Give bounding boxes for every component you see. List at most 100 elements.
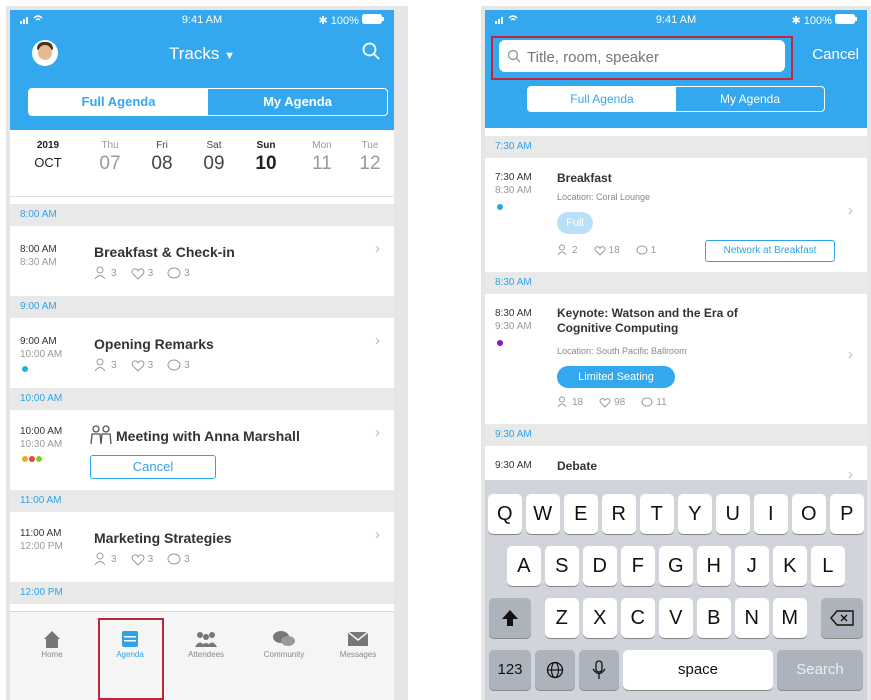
key-l[interactable]: L <box>811 546 845 586</box>
tracks-title: Tracks <box>169 44 220 63</box>
attendees-count: 3 <box>111 267 117 279</box>
comment-icon <box>167 359 181 370</box>
attendees-count: 2 <box>572 244 578 256</box>
key-w[interactable]: W <box>526 494 560 534</box>
day-sat[interactable]: Sat 09 <box>194 140 234 175</box>
session-start: 9:30 AM <box>495 460 532 471</box>
session-start: 8:30 AM <box>495 308 532 319</box>
key-b[interactable]: B <box>697 598 731 638</box>
day-thu[interactable]: Thu 07 <box>90 140 130 175</box>
day-sun[interactable]: Sun 10 <box>246 140 286 175</box>
session-end: 12:00 PM <box>20 541 63 552</box>
keyboard: QWERTYUIOP ASDFGHJKL ZXCVBNM 123 space S… <box>485 480 867 700</box>
agenda-segmented-control: Full Agenda My Agenda <box>28 88 388 116</box>
day-name: Tue <box>361 140 379 151</box>
tab-community[interactable]: Community <box>254 628 314 659</box>
day-number: 07 <box>99 153 121 174</box>
search-icon[interactable] <box>362 42 380 65</box>
numbers-key[interactable]: 123 <box>489 650 531 690</box>
key-g[interactable]: G <box>659 546 693 586</box>
key-p[interactable]: P <box>830 494 864 534</box>
cancel-search-button[interactable]: Cancel <box>812 46 859 63</box>
section-header-8am: 8:00 AM <box>10 204 394 226</box>
attendees-count: 3 <box>111 359 117 371</box>
key-j[interactable]: J <box>735 546 769 586</box>
key-a[interactable]: A <box>507 546 541 586</box>
key-n[interactable]: N <box>735 598 769 638</box>
key-q[interactable]: Q <box>488 494 522 534</box>
session-stats: 18 98 11 <box>557 396 667 408</box>
day-number: 08 <box>151 153 173 174</box>
session-end: 10:30 AM <box>20 439 63 450</box>
session-end: 10:00 AM <box>20 349 63 360</box>
backspace-key[interactable] <box>821 598 863 638</box>
attendees-stat: 3 <box>94 552 117 566</box>
key-s[interactable]: S <box>545 546 579 586</box>
key-u[interactable]: U <box>716 494 750 534</box>
key-i[interactable]: I <box>754 494 788 534</box>
tab-my-agenda[interactable]: My Agenda <box>208 89 387 115</box>
tab-full-agenda[interactable]: Full Agenda <box>29 89 208 115</box>
session-title: Opening Remarks <box>94 336 214 352</box>
network-at-breakfast-button[interactable]: Network at Breakfast <box>705 240 835 262</box>
tab-messages[interactable]: Messages <box>328 628 388 659</box>
session-row-breakfast[interactable]: 8:00 AM 8:30 AM Breakfast & Check-in 3 3… <box>10 226 394 296</box>
key-c[interactable]: C <box>621 598 655 638</box>
title-line: Cognitive Computing <box>557 321 679 335</box>
session-row-keynote[interactable]: 8:30 AM 9:30 AM Keynote: Watson and the … <box>485 294 867 424</box>
comment-icon <box>636 245 648 254</box>
session-row-opening[interactable]: 9:00 AM 10:00 AM Opening Remarks 3 3 3 › <box>10 318 394 388</box>
status-bar: 9:41 AM ✱ 100% <box>10 10 394 32</box>
key-m[interactable]: M <box>773 598 807 638</box>
session-row-meeting[interactable]: 10:00 AM 10:30 AM Meeting with Anna Mars… <box>10 410 394 490</box>
likes-stat: 18 <box>594 245 620 256</box>
day-fri[interactable]: Fri 08 <box>142 140 182 175</box>
tracks-dropdown[interactable]: Tracks ▼ <box>10 44 394 64</box>
space-key[interactable]: space <box>623 650 773 690</box>
search-screen-content: 9:41 AM ✱ 100% Cancel Full Agenda My Age… <box>485 10 867 700</box>
month-text: OCT <box>34 155 62 170</box>
session-end: 8:30 AM <box>20 257 57 268</box>
session-title: Marketing Strategies <box>94 530 232 546</box>
globe-key[interactable] <box>535 650 575 690</box>
key-o[interactable]: O <box>792 494 826 534</box>
attendees-icon <box>94 358 106 372</box>
key-k[interactable]: K <box>773 546 807 586</box>
session-title: Keynote: Watson and the Era of Cognitive… <box>557 306 738 336</box>
key-v[interactable]: V <box>659 598 693 638</box>
day-name: Fri <box>156 140 168 151</box>
tab-my-agenda[interactable]: My Agenda <box>676 87 824 111</box>
session-location: Location: Coral Lounge <box>557 192 651 202</box>
battery-icon <box>362 14 384 24</box>
key-z[interactable]: Z <box>545 598 579 638</box>
shift-key[interactable] <box>489 598 531 638</box>
dictation-key[interactable] <box>579 650 619 690</box>
session-start: 11:00 AM <box>20 528 62 539</box>
key-f[interactable]: F <box>621 546 655 586</box>
heart-icon <box>131 553 144 566</box>
day-mon[interactable]: Mon 11 <box>302 140 342 175</box>
tab-attendees[interactable]: Attendees <box>176 628 236 659</box>
attendees-stat: 3 <box>94 358 117 372</box>
day-tue[interactable]: Tue 12 <box>350 140 390 175</box>
key-e[interactable]: E <box>564 494 598 534</box>
day-name: Thu <box>101 140 119 151</box>
key-y[interactable]: Y <box>678 494 712 534</box>
session-row-marketing[interactable]: 11:00 AM 12:00 PM Marketing Strategies 3… <box>10 512 394 582</box>
session-start: 10:00 AM <box>20 426 63 437</box>
session-row-breakfast[interactable]: 7:30 AM 8:30 AM Breakfast Location: Cora… <box>485 158 867 268</box>
tab-full-agenda[interactable]: Full Agenda <box>528 87 676 111</box>
cancel-meeting-button[interactable]: Cancel <box>90 455 216 479</box>
likes-count: 3 <box>147 359 154 371</box>
comments-count: 1 <box>650 244 657 256</box>
key-t[interactable]: T <box>640 494 674 534</box>
tab-home[interactable]: Home <box>22 628 82 659</box>
key-h[interactable]: H <box>697 546 731 586</box>
track-color-dot <box>22 456 28 462</box>
key-r[interactable]: R <box>602 494 636 534</box>
session-end: 8:30 AM <box>495 185 532 196</box>
key-d[interactable]: D <box>583 546 617 586</box>
key-x[interactable]: X <box>583 598 617 638</box>
battery-indicator: ✱ 100% <box>319 14 384 27</box>
search-key[interactable]: Search <box>777 650 863 690</box>
